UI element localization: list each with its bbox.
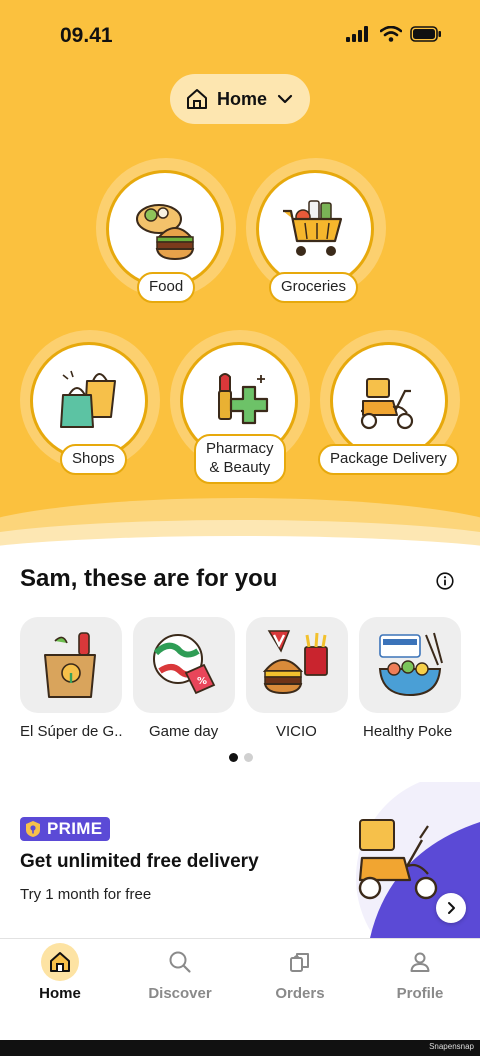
grocery-bag-icon <box>44 632 96 698</box>
shop-card[interactable]: El Súper de G... <box>20 617 122 740</box>
shop-tile <box>20 617 122 713</box>
status-bar: 09.41 <box>0 22 480 50</box>
pager-dot[interactable] <box>244 753 253 762</box>
tab-discover-label: Discover <box>148 985 212 1002</box>
tab-discover[interactable]: Discover <box>120 939 240 1019</box>
shopping-cart-icon <box>283 200 343 256</box>
prime-logo-icon <box>26 821 40 837</box>
category-package-label: Package Delivery <box>318 444 459 475</box>
bottom-tab-bar: Home Discover Orders Profile <box>0 938 480 1040</box>
shop-name: Game day <box>149 723 219 740</box>
tab-profile-label: Profile <box>396 985 444 1002</box>
footer-strip <box>0 1040 480 1056</box>
tab-orders[interactable]: Orders <box>240 939 360 1019</box>
prime-title: Get unlimited free delivery <box>20 851 259 872</box>
shop-name: El Súper de G... <box>20 723 122 740</box>
search-icon <box>169 951 191 973</box>
wifi-icon <box>380 26 402 42</box>
shop-tile <box>359 617 461 713</box>
category-food[interactable]: Food <box>96 158 236 304</box>
tab-home[interactable]: Home <box>0 939 120 1019</box>
home-icon <box>50 952 70 972</box>
category-shops-label: Shops <box>60 444 127 475</box>
shop-card[interactable]: Healthy Poke <box>359 617 461 740</box>
shop-name: VICIO <box>276 723 317 740</box>
shop-name: Healthy Poke <box>363 723 453 740</box>
tab-home-label: Home <box>39 985 81 1002</box>
category-food-label: Food <box>137 272 196 303</box>
category-pharmacy-label-text: Pharmacy & Beauty <box>206 440 274 476</box>
shopping-bags-icon <box>60 370 116 428</box>
orders-icon <box>290 953 309 972</box>
location-label: Home <box>216 88 267 109</box>
watermark-text: Snapensnap <box>429 1042 474 1051</box>
shop-card[interactable]: % Game day <box>133 617 235 740</box>
next-button[interactable] <box>436 893 466 923</box>
shop-tile <box>246 617 348 713</box>
home-icon <box>186 89 207 109</box>
carousel-pager[interactable] <box>229 753 253 762</box>
food-icon <box>136 204 195 261</box>
category-groceries[interactable]: Groceries <box>246 158 386 304</box>
shop-card[interactable]: VICIO <box>246 617 348 740</box>
category-groceries-label: Groceries <box>269 272 359 303</box>
category-pharmacy-label: Pharmacy & Beauty <box>194 434 286 484</box>
pager-dot-active[interactable] <box>229 753 238 762</box>
prime-subtitle: Try 1 month for free <box>20 886 152 903</box>
profile-icon <box>410 952 430 972</box>
chevron-right-icon <box>448 902 455 914</box>
shop-tile: % <box>133 617 235 713</box>
football-icon: % <box>153 634 216 695</box>
location-selector[interactable]: Home <box>170 74 310 124</box>
chevron-down-icon <box>277 94 293 104</box>
section-title: Sam, these are for you <box>20 565 278 592</box>
pharmacy-icon <box>218 373 269 425</box>
svg-text:%: % <box>197 676 207 687</box>
scooter-delivery-icon <box>360 378 414 430</box>
prime-badge-text: PRIME <box>47 819 103 838</box>
category-package-delivery[interactable]: Package Delivery <box>318 330 470 476</box>
info-icon[interactable] <box>436 572 454 590</box>
battery-icon <box>410 26 441 42</box>
signal-icon <box>346 26 368 42</box>
wave-decoration <box>0 536 480 560</box>
prime-badge: PRIME <box>20 817 111 841</box>
poke-bowl-icon <box>378 632 443 697</box>
tab-orders-label: Orders <box>275 985 325 1002</box>
category-shops[interactable]: Shops <box>20 330 160 476</box>
burger-icon <box>262 630 328 695</box>
status-time: 09.41 <box>60 24 113 47</box>
tab-profile[interactable]: Profile <box>360 939 480 1019</box>
category-pharmacy-beauty[interactable]: Pharmacy & Beauty <box>170 330 310 486</box>
